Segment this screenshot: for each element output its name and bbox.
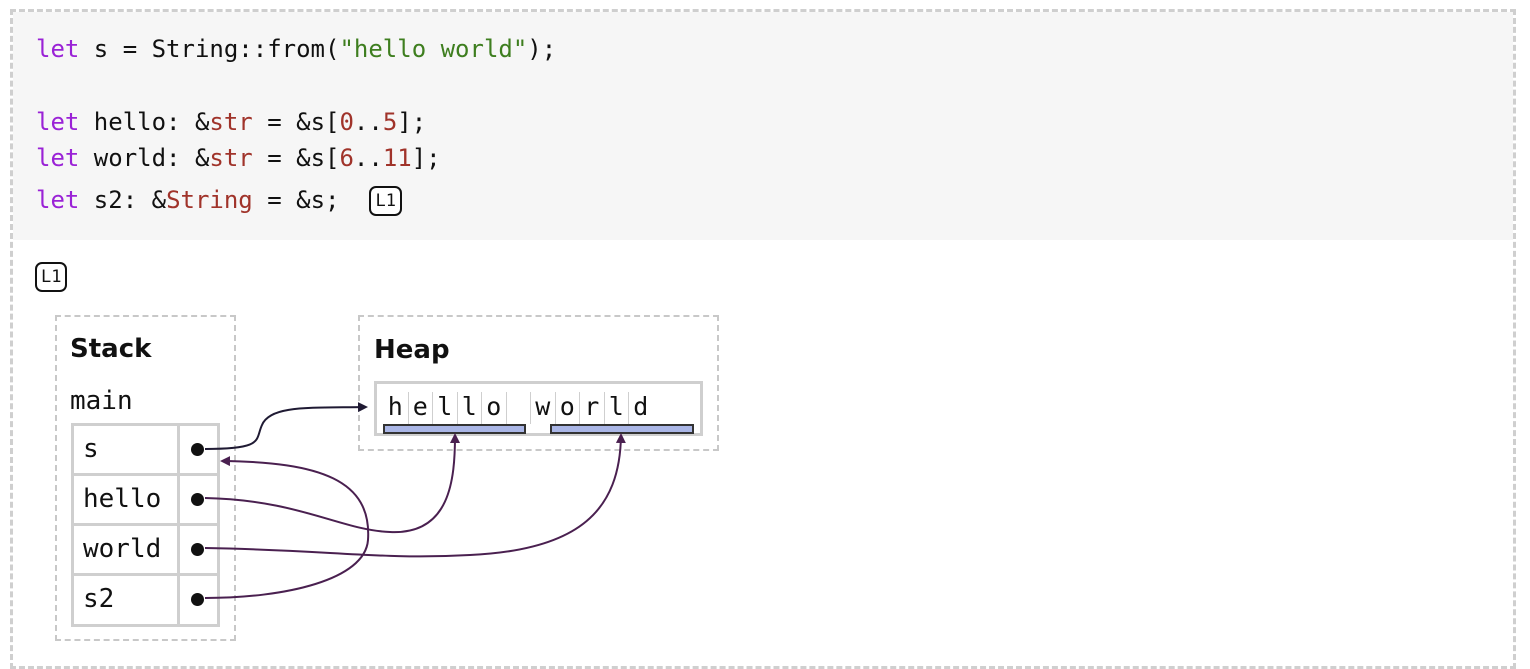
code-line-2: let hello: &str = &s[0..5]; (36, 106, 426, 138)
stack-row-s: s (74, 426, 217, 476)
var-value (180, 526, 217, 573)
heap-char: l (432, 392, 457, 424)
pointer-dot (191, 593, 204, 606)
code-text: world: & (79, 144, 210, 172)
keyword: let (36, 35, 80, 63)
heap-char: l (603, 392, 629, 424)
type-name: String (166, 186, 253, 214)
step-badge-diagram: L1 (35, 262, 68, 292)
number-literal: 6 (339, 144, 354, 172)
stack-title: Stack (70, 334, 152, 364)
stack-row-world: world (74, 526, 217, 576)
heap-char: h (387, 392, 403, 421)
heap-char: d (628, 392, 653, 424)
stack-row-s2: s2 (74, 576, 217, 624)
var-name: hello (74, 476, 180, 523)
stack-row-hello: hello (74, 476, 217, 526)
number-literal: 0 (339, 108, 354, 136)
var-name: s2 (74, 576, 180, 624)
var-name: s (74, 426, 180, 473)
code-text: ]; (411, 144, 441, 172)
code-text: ]; (397, 108, 427, 136)
string-literal: "hello world" (339, 35, 528, 63)
heap-title: Heap (374, 335, 450, 365)
heap-cells: h e l l o w o r l d (383, 392, 653, 424)
keyword: let (36, 186, 80, 214)
slice-highlight-hello (383, 424, 526, 434)
pointer-dot (191, 443, 204, 456)
var-value (180, 426, 217, 473)
slice-highlight-world (550, 424, 694, 434)
pointer-dot (191, 543, 204, 556)
keyword: let (36, 108, 80, 136)
type-name: str (209, 108, 253, 136)
frame-name: main (70, 386, 133, 416)
var-value (180, 476, 217, 523)
number-literal: 5 (382, 108, 398, 136)
code-text: = &s[ (252, 108, 340, 136)
code-text: s2: & (79, 186, 167, 214)
code-text: .. (353, 144, 383, 172)
heap-char: l (456, 392, 482, 424)
heap-char: o (481, 392, 506, 424)
code-line-1: let s = String::from("hello world"); (36, 33, 556, 65)
code-text: .. (353, 108, 383, 136)
number-literal: 11 (382, 144, 412, 172)
stack-frame-table: s hello world s2 (71, 423, 220, 627)
code-text: = &s[ (252, 144, 340, 172)
code-text: = &s; (252, 186, 340, 214)
code-text: ); (527, 35, 557, 63)
pointer-dot (191, 493, 204, 506)
step-badge-code[interactable]: L1 (369, 186, 402, 216)
keyword: let (36, 144, 80, 172)
heap-char: e (407, 392, 433, 424)
code-text: s = String::from( (79, 35, 340, 63)
heap-char: w (530, 392, 555, 424)
type-name: str (209, 144, 253, 172)
code-line-3: let world: &str = &s[6..11]; (36, 142, 441, 174)
var-value (180, 576, 217, 624)
heap-char (505, 392, 531, 424)
code-line-4: let s2: &String = &s; L1 (36, 184, 402, 216)
code-text: hello: & (79, 108, 210, 136)
heap-char: r (579, 392, 604, 424)
heap-char: o (554, 392, 580, 424)
var-name: world (74, 526, 180, 573)
